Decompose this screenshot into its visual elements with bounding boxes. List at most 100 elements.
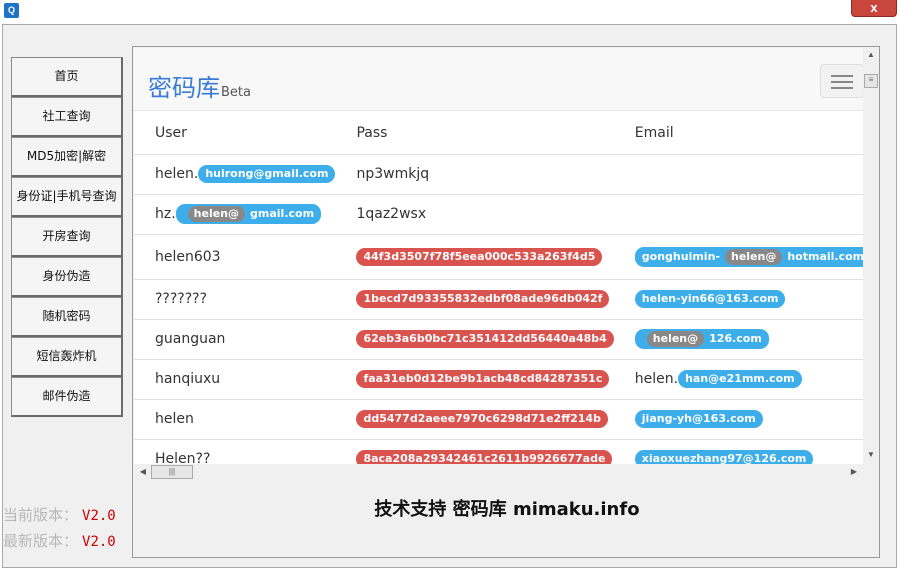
hamburger-line (831, 75, 853, 77)
user-cell: helen. huirong@gmail.com (134, 154, 336, 195)
user-text: hz. (155, 206, 176, 222)
email-cell: helen@ 126.com (613, 319, 863, 360)
password-table: User Pass Email helen. huirong@gmail.com … (134, 112, 863, 464)
pass-cell: 44f3d3507f78f5eea000c533a263f4d5 (335, 234, 614, 280)
vertical-scrollbar[interactable]: ▲ ≡ ▼ (863, 48, 879, 464)
horizontal-scroll-thumb[interactable]: ||| (151, 465, 193, 479)
highlight-badge: helen@ (187, 206, 246, 222)
hash-badge: faa31eb0d12be9b1acb48cd84287351c (356, 370, 610, 388)
email-cell (613, 194, 863, 235)
user-text: helen. (155, 166, 199, 182)
app-icon[interactable]: Q (4, 3, 19, 18)
table-row: helen603 44f3d3507f78f5eea000c533a263f4d… (134, 234, 863, 280)
email-text: helen. (634, 371, 679, 387)
brand-name: 密码库 (148, 74, 220, 102)
email-cell: jiang-yh@163.com (613, 399, 863, 440)
badge-suffix: gmail.com (250, 207, 315, 220)
sidebar-item-social-query[interactable]: 社工查询 (11, 97, 123, 137)
email-cell: xiaoxuezhang97@126.com (613, 439, 863, 464)
user-cell: helen (134, 399, 336, 440)
hash-badge: 44f3d3507f78f5eea000c533a263f4d5 (356, 247, 603, 266)
table-header: User Pass Email (134, 112, 863, 155)
pass-cell: dd5477d2aeee7970c6298d71e2ff214b (335, 399, 614, 440)
column-header-pass: Pass (335, 112, 614, 155)
email-cell: helen. han@e21mm.com (613, 359, 863, 400)
column-header-user: User (134, 112, 336, 155)
badge-suffix: 126.com (709, 332, 762, 345)
highlight-badge: helen@ (646, 331, 705, 347)
table-row: hanqiuxu faa31eb0d12be9b1acb48cd84287351… (134, 359, 863, 400)
user-badge: helen@ gmail.com (175, 204, 322, 224)
user-cell: guanguan (134, 319, 336, 360)
user-cell: ??????? (134, 279, 336, 320)
sidebar-item-random-password[interactable]: 随机密码 (11, 297, 123, 337)
current-version-row: 当前版本： V2.0 (3, 503, 116, 529)
current-version-label: 当前版本： (3, 506, 79, 524)
pass-cell: faa31eb0d12be9b1acb48cd84287351c (335, 359, 614, 400)
scroll-down-arrow-icon[interactable]: ▼ (863, 450, 879, 459)
scroll-left-arrow-icon[interactable]: ◀ (135, 467, 151, 476)
latest-version-row: 最新版本： V2.0 (3, 529, 116, 555)
column-header-email: Email (613, 112, 863, 155)
email-cell: gonghuimin-helen@ hotmail.com (613, 234, 863, 280)
email-cell: helen-yin66@163.com (613, 279, 863, 320)
version-info: 当前版本： V2.0 最新版本： V2.0 (3, 503, 116, 555)
table-row: hz. helen@ gmail.com 1qaz2wsx (134, 194, 863, 235)
pass-cell: 8aca208a29342461c2611b9926677ade (335, 439, 614, 464)
user-badge: huirong@gmail.com (198, 165, 336, 183)
title-bar: Q x (0, 0, 900, 22)
table-row: helen. huirong@gmail.com np3wmkjq (134, 154, 863, 195)
sidebar-item-identity-forge[interactable]: 身份伪造 (11, 257, 123, 297)
highlight-badge: helen@ (724, 248, 783, 265)
horizontal-scrollbar[interactable]: ◀ ||| ▶ (134, 464, 863, 481)
pass-cell: 62eb3a6b0bc71c351412dd56440a48b4 (335, 319, 614, 360)
hamburger-line (831, 81, 853, 83)
badge-suffix: hotmail.com (787, 249, 863, 263)
email-badge: helen@ 126.com (634, 329, 769, 349)
latest-version-label: 最新版本： (3, 532, 79, 550)
badge-prefix: gonghuimin- (641, 249, 720, 263)
sidebar-menu: 首页 社工查询 MD5加密|解密 身份证|手机号查询 开房查询 身份伪造 随机密… (11, 57, 123, 417)
pass-cell: 1becd7d93355832edbf08ade96db042f (335, 279, 614, 320)
latest-version-value: V2.0 (82, 534, 116, 550)
vertical-scroll-thumb[interactable]: ≡ (864, 74, 878, 88)
browser-panel: 密码库Beta User Pass Email helen. huirong@gm… (132, 46, 880, 558)
sidebar-item-id-phone-query[interactable]: 身份证|手机号查询 (11, 177, 123, 217)
web-view: 密码库Beta User Pass Email helen. huirong@gm… (134, 48, 863, 464)
hash-badge: 8aca208a29342461c2611b9926677ade (356, 450, 613, 464)
pass-cell: 1qaz2wsx (335, 194, 614, 235)
email-badge: xiaoxuezhang97@126.com (634, 450, 814, 464)
sidebar-item-email-forge[interactable]: 邮件伪造 (11, 377, 123, 417)
navbar: 密码库Beta (134, 48, 863, 111)
sidebar-item-room-query[interactable]: 开房查询 (11, 217, 123, 257)
email-badge: han@e21mm.com (678, 370, 802, 388)
hash-badge: dd5477d2aeee7970c6298d71e2ff214b (356, 410, 608, 428)
hash-badge: 62eb3a6b0bc71c351412dd56440a48b4 (356, 330, 614, 348)
table-row: guanguan 62eb3a6b0bc71c351412dd56440a48b… (134, 319, 863, 360)
sidebar-item-home[interactable]: 首页 (11, 57, 123, 97)
table-row: ??????? 1becd7d93355832edbf08ade96db042f… (134, 279, 863, 320)
close-button[interactable]: x (851, 0, 897, 17)
brand-title[interactable]: 密码库Beta (148, 68, 251, 103)
table-row: helen dd5477d2aeee7970c6298d71e2ff214b j… (134, 399, 863, 440)
email-cell (613, 154, 863, 195)
sidebar-item-sms-bomber[interactable]: 短信轰炸机 (11, 337, 123, 377)
hamburger-line (831, 87, 853, 89)
user-cell: Helen?? (134, 439, 336, 464)
table-row: Helen?? 8aca208a29342461c2611b9926677ade… (134, 439, 863, 464)
email-badge: gonghuimin-helen@ hotmail.com (634, 246, 863, 267)
pass-cell: np3wmkjq (335, 154, 614, 195)
sidebar-item-md5[interactable]: MD5加密|解密 (11, 137, 123, 177)
user-cell: hz. helen@ gmail.com (134, 194, 336, 235)
brand-subtitle: Beta (221, 85, 251, 100)
user-cell: helen603 (134, 234, 336, 280)
support-text: 技术支持 密码库 mimaku.info (374, 499, 640, 520)
email-badge: helen-yin66@163.com (634, 290, 786, 308)
current-version-value: V2.0 (82, 508, 116, 524)
scroll-right-arrow-icon[interactable]: ▶ (846, 467, 862, 476)
hash-badge: 1becd7d93355832edbf08ade96db042f (356, 290, 610, 308)
email-badge: jiang-yh@163.com (634, 410, 763, 428)
scroll-up-arrow-icon[interactable]: ▲ (863, 50, 879, 59)
user-cell: hanqiuxu (134, 359, 336, 400)
hamburger-menu-button[interactable] (820, 64, 863, 98)
